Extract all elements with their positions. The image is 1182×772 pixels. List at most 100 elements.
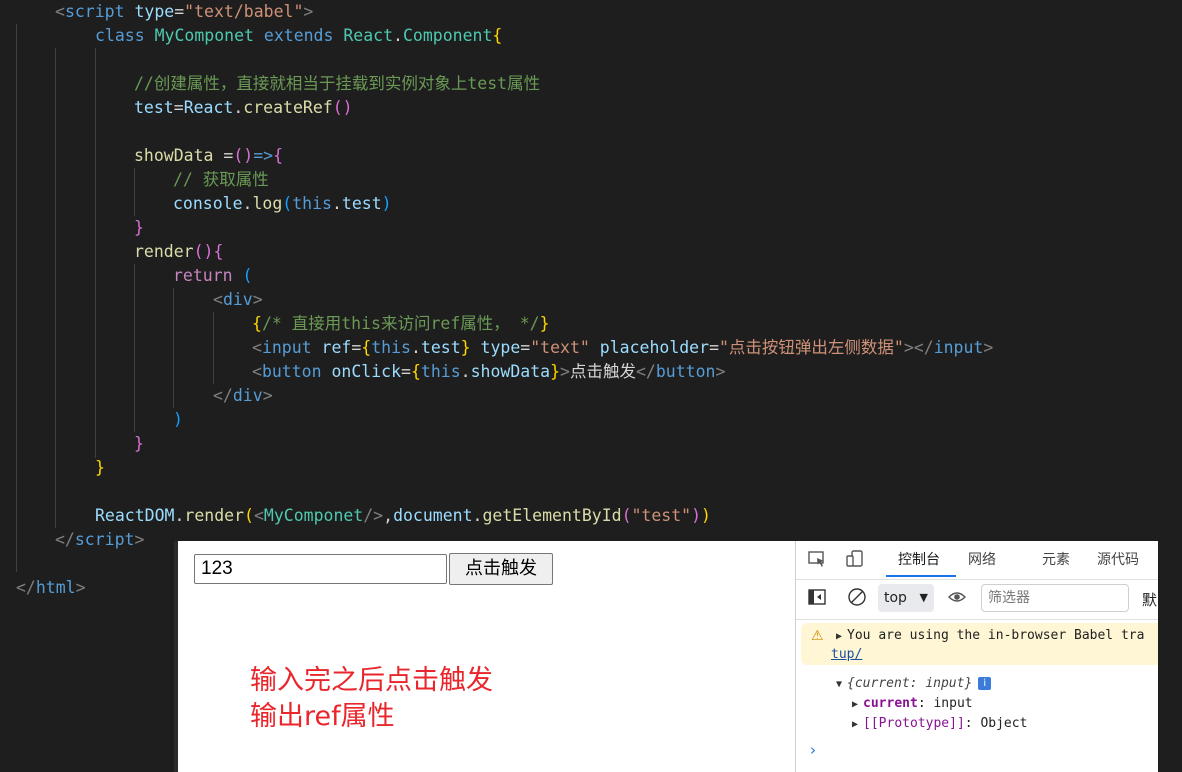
expand-triangle-icon[interactable]: ▶ <box>852 719 858 730</box>
this-keyword: this <box>371 338 411 357</box>
code-line-12: {/* 直接用this来访问ref属性， */} <box>252 312 550 336</box>
paren: ) <box>173 410 183 429</box>
brace: } <box>134 434 144 453</box>
function-name: createRef <box>243 98 333 117</box>
tag-bracket: > <box>560 362 570 381</box>
code-line-4: test=React.createRef() <box>134 96 353 120</box>
prop-sep: : <box>964 716 981 731</box>
warning-link[interactable]: tup/ <box>831 647 862 662</box>
brace: } <box>460 338 471 357</box>
keyword: class <box>95 26 145 45</box>
devtools-panel: 控制台 网络 元素 源代码 top ▼ 筛选器 默 ⚠ ▶ You are usi… <box>795 541 1158 772</box>
equals: = <box>401 362 411 381</box>
method-name: showData <box>134 146 214 165</box>
brace: } <box>95 458 105 477</box>
tab-console[interactable]: 控制台 <box>898 549 940 571</box>
info-icon[interactable]: i <box>978 677 992 690</box>
indent-guide <box>16 24 17 572</box>
inspect-element-icon[interactable] <box>806 549 828 571</box>
dropdown-arrow-icon: ▼ <box>919 591 928 604</box>
indent-guide <box>55 48 56 528</box>
context-value: top <box>884 590 907 606</box>
brace: { <box>273 146 284 165</box>
dot: . <box>393 26 403 45</box>
annotation-line: 输入完之后点击触发 <box>250 665 493 696</box>
string: "test" <box>631 506 692 525</box>
code-line-16: ) <box>173 408 183 432</box>
tab-sources[interactable]: 源代码 <box>1097 549 1139 571</box>
trigger-button[interactable]: 点击触发 <box>449 553 553 585</box>
code-line-17: } <box>134 432 144 456</box>
expand-triangle-icon[interactable]: ▶ <box>836 631 842 642</box>
property: test <box>420 338 461 357</box>
console-filter-input[interactable]: 筛选器 <box>981 584 1129 612</box>
function-name: render <box>184 506 245 525</box>
dot: . <box>233 98 244 117</box>
warning-icon: ⚠ <box>811 628 824 644</box>
tag-bracket: /> <box>363 506 384 525</box>
code-line-5: showData =()=>{ <box>134 144 283 168</box>
code-line-8: } <box>134 216 144 240</box>
indent-guide <box>213 312 214 384</box>
paren: ) <box>701 506 711 525</box>
tag-bracket: </ <box>55 530 75 549</box>
indent-guide <box>134 264 135 432</box>
tag-name: input <box>933 338 984 357</box>
arrow: => <box>253 146 274 165</box>
prop-value: Object <box>980 716 1028 731</box>
dot: . <box>472 506 483 525</box>
attr-name: type <box>480 338 521 357</box>
live-expression-eye-icon[interactable] <box>946 587 968 609</box>
sidebar-toggle-icon[interactable] <box>806 587 828 609</box>
this-keyword: this <box>292 194 332 213</box>
attr-name: onClick <box>331 362 402 381</box>
code-line-15: </div> <box>213 384 273 408</box>
collapse-triangle-icon[interactable]: ▼ <box>836 679 842 690</box>
object: ReactDOM <box>95 506 175 525</box>
prop-value: input <box>933 696 973 711</box>
dot: . <box>460 362 471 381</box>
paren: ) <box>381 194 392 213</box>
context-selector[interactable]: top ▼ <box>878 584 934 612</box>
tag-bracket: </ <box>635 362 656 381</box>
object: console <box>173 194 243 213</box>
brace: { <box>410 362 421 381</box>
tab-elements[interactable]: 元素 <box>1042 549 1070 571</box>
indent-guide <box>134 168 135 216</box>
clear-console-icon[interactable] <box>846 587 868 609</box>
summary-value: input <box>925 676 965 691</box>
device-toolbar-icon[interactable] <box>844 549 866 571</box>
prop-key: current <box>863 696 918 711</box>
paren: ( <box>242 266 253 285</box>
paren: ) <box>691 506 702 525</box>
tag-bracket: > <box>983 338 994 357</box>
browser-preview: 123 点击触发 输入完之后点击触发 输出ref属性 <box>174 541 797 772</box>
dot: . <box>410 338 421 357</box>
tag-bracket: </ <box>16 578 36 597</box>
tag-bracket: < <box>253 506 264 525</box>
comment: /* 直接用this来访问ref属性， */ <box>261 314 540 333</box>
tab-network[interactable]: 网络 <box>968 549 996 571</box>
default-levels-label[interactable]: 默 <box>1142 589 1157 610</box>
console-prompt-icon[interactable]: › <box>810 741 816 759</box>
attr-value: "text" <box>530 338 590 357</box>
devtools-tabbar: 控制台 网络 元素 源代码 <box>796 541 1158 580</box>
log-object-summary[interactable]: ▼ {current: input} i <box>836 675 992 694</box>
log-prop-current[interactable]: ▶ current: input <box>852 695 973 714</box>
function-name: getElementById <box>482 506 622 525</box>
paren: ( <box>244 506 254 525</box>
log-prop-prototype[interactable]: ▶ [[Prototype]]: Object <box>852 715 1027 734</box>
attr-value: "text/babel" <box>184 2 304 21</box>
tag-bracket: > <box>262 386 273 405</box>
tag-name: div <box>222 290 253 309</box>
tag-bracket: > <box>134 530 145 549</box>
class-name: MyComponet <box>154 26 254 45</box>
tag-bracket: < <box>252 338 262 357</box>
tag-bracket: < <box>55 2 65 21</box>
ref-text-input[interactable]: 123 <box>194 554 447 584</box>
annotation-line: 输出ref属性 <box>250 701 395 732</box>
babel-warning-message[interactable]: ⚠ ▶ You are using the in-browser Babel tr… <box>801 623 1158 665</box>
expand-triangle-icon[interactable]: ▶ <box>852 699 858 710</box>
summary-key: current <box>854 676 910 691</box>
class-ref: React <box>343 26 394 45</box>
